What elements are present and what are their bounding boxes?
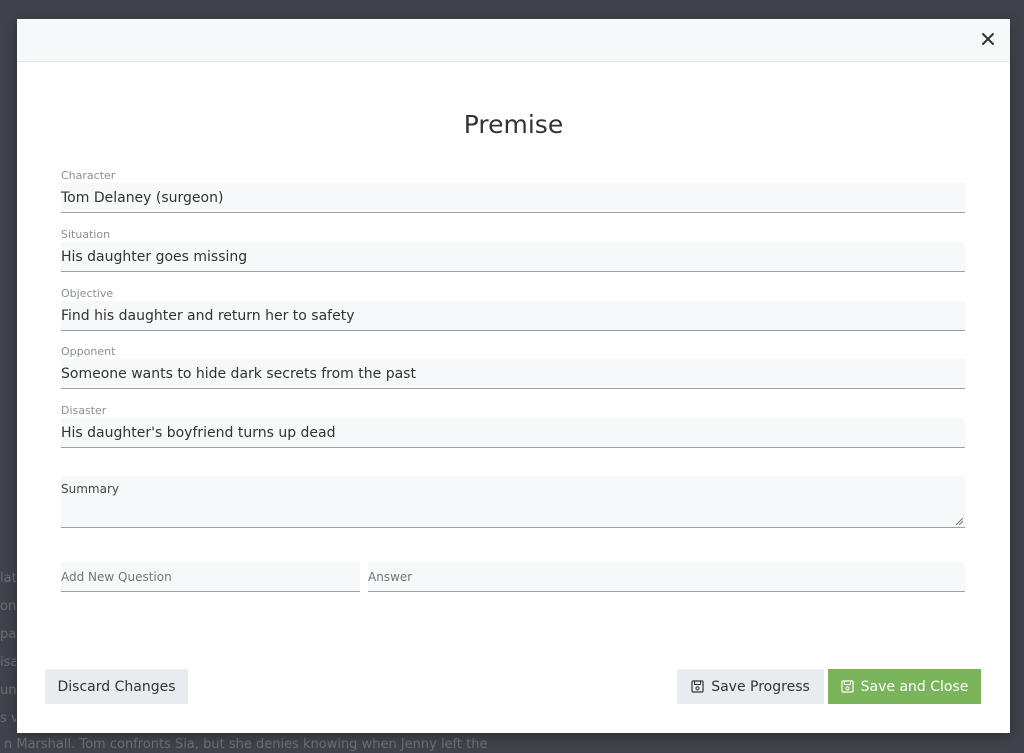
- discard-changes-label: Discard Changes: [57, 678, 176, 695]
- new-question-input[interactable]: [61, 562, 360, 592]
- modal-header: [17, 19, 1010, 62]
- background-text-fragments: lat ons pa isa un s v: [0, 565, 16, 733]
- close-icon: [982, 33, 994, 45]
- modal-title: Premise: [463, 110, 564, 139]
- character-input[interactable]: Tom Delaney (surgeon): [61, 183, 965, 213]
- character-field: Character Tom Delaney (surgeon): [61, 169, 965, 213]
- save-and-close-label: Save and Close: [860, 678, 969, 695]
- background-fragment: lat: [0, 571, 16, 586]
- opponent-label: Opponent: [61, 345, 116, 358]
- background-fragment: un: [0, 683, 16, 698]
- summary-textarea[interactable]: Summary: [61, 476, 965, 528]
- character-label: Character: [61, 169, 116, 182]
- objective-label: Objective: [61, 287, 114, 300]
- answer-input[interactable]: [368, 562, 965, 592]
- objective-input[interactable]: Find his daughter and return her to safe…: [61, 301, 965, 331]
- summary-label: Summary: [61, 482, 119, 496]
- objective-field: Objective Find his daughter and return h…: [61, 287, 965, 331]
- premise-modal: Premise Character Tom Delaney (surgeon) …: [17, 19, 1010, 733]
- situation-field: Situation His daughter goes missing: [61, 228, 965, 272]
- save-progress-label: Save Progress: [711, 678, 810, 695]
- opponent-field: Opponent Someone wants to hide dark secr…: [61, 345, 965, 389]
- close-button[interactable]: [976, 27, 1000, 51]
- background-fragment: ons: [0, 599, 16, 614]
- discard-changes-button[interactable]: Discard Changes: [45, 669, 188, 704]
- background-fragment: pa: [0, 627, 16, 642]
- situation-input[interactable]: His daughter goes missing: [61, 242, 965, 272]
- disaster-input[interactable]: His daughter's boyfriend turns up dead: [61, 418, 965, 448]
- save-and-close-button[interactable]: Save and Close: [828, 669, 981, 704]
- situation-label: Situation: [61, 228, 111, 241]
- opponent-input[interactable]: Someone wants to hide dark secrets from …: [61, 359, 965, 389]
- floppy-disk-icon: [841, 680, 854, 693]
- background-fragment: isa: [0, 655, 16, 670]
- resize-grip-icon[interactable]: [955, 517, 963, 525]
- background-fragment: s v: [0, 711, 16, 726]
- floppy-disk-icon: [691, 680, 704, 693]
- save-progress-button[interactable]: Save Progress: [677, 669, 824, 704]
- disaster-field: Disaster His daughter's boyfriend turns …: [61, 404, 965, 448]
- background-bottom-line: n Marshall. Tom confronts Sia, but she d…: [4, 737, 488, 752]
- background-bottom-text: n Marshall. Tom confronts Sia, but she d…: [0, 737, 520, 753]
- disaster-label: Disaster: [61, 404, 107, 417]
